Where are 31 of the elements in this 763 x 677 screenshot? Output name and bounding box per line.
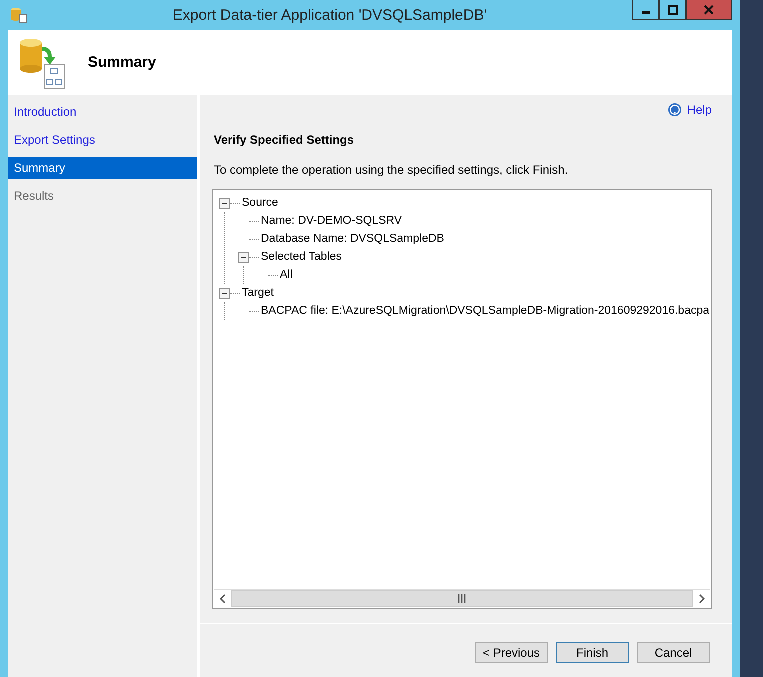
dialog-button[interactable]: Cancel (637, 642, 710, 663)
sidebar-item[interactable]: Export Settings (8, 129, 197, 151)
close-button[interactable] (686, 0, 732, 20)
horizontal-scrollbar[interactable] (214, 589, 710, 607)
help-icon (668, 103, 682, 117)
minimize-icon (642, 11, 650, 14)
tree-item[interactable]: Selected Tables (261, 251, 342, 263)
sidebar-item[interactable]: Summary (8, 157, 197, 179)
tree-item[interactable]: Database Name: DVSQLSampleDB (261, 233, 444, 245)
tree-item[interactable]: All (280, 269, 293, 281)
tree-item[interactable]: Target (242, 287, 274, 299)
close-icon (704, 4, 714, 14)
page-title: Summary (88, 54, 156, 71)
collapse-icon[interactable] (238, 252, 249, 262)
help-link[interactable]: Help (668, 103, 712, 117)
sidebar-item[interactable]: Introduction (8, 101, 197, 123)
maximize-button[interactable] (659, 0, 686, 20)
instruction-text: To complete the operation using the specified settings, click Finish. (214, 163, 570, 177)
collapse-icon[interactable] (219, 198, 230, 208)
tree-item[interactable]: Name: DV-DEMO-SQLSRV (261, 215, 402, 227)
collapse-icon[interactable] (219, 288, 230, 298)
dialog-button[interactable]: < Previous (475, 642, 548, 663)
section-heading: Verify Specified Settings (214, 133, 356, 147)
minimize-button[interactable] (632, 0, 659, 20)
window-title: Export Data-tier Application 'DVSQLSampleDB' (172, 6, 488, 24)
dialog-button[interactable]: Finish (556, 642, 629, 663)
tree-item[interactable]: BACPAC file: E:\AzureSQLMigration\DVSQLSampleDB-Migration-201609292016.bacpa (261, 305, 710, 317)
tree-item[interactable]: Source (242, 197, 278, 209)
scroll-grip-icon[interactable] (457, 594, 467, 603)
database-icon (10, 6, 28, 24)
maximize-icon (668, 4, 678, 14)
